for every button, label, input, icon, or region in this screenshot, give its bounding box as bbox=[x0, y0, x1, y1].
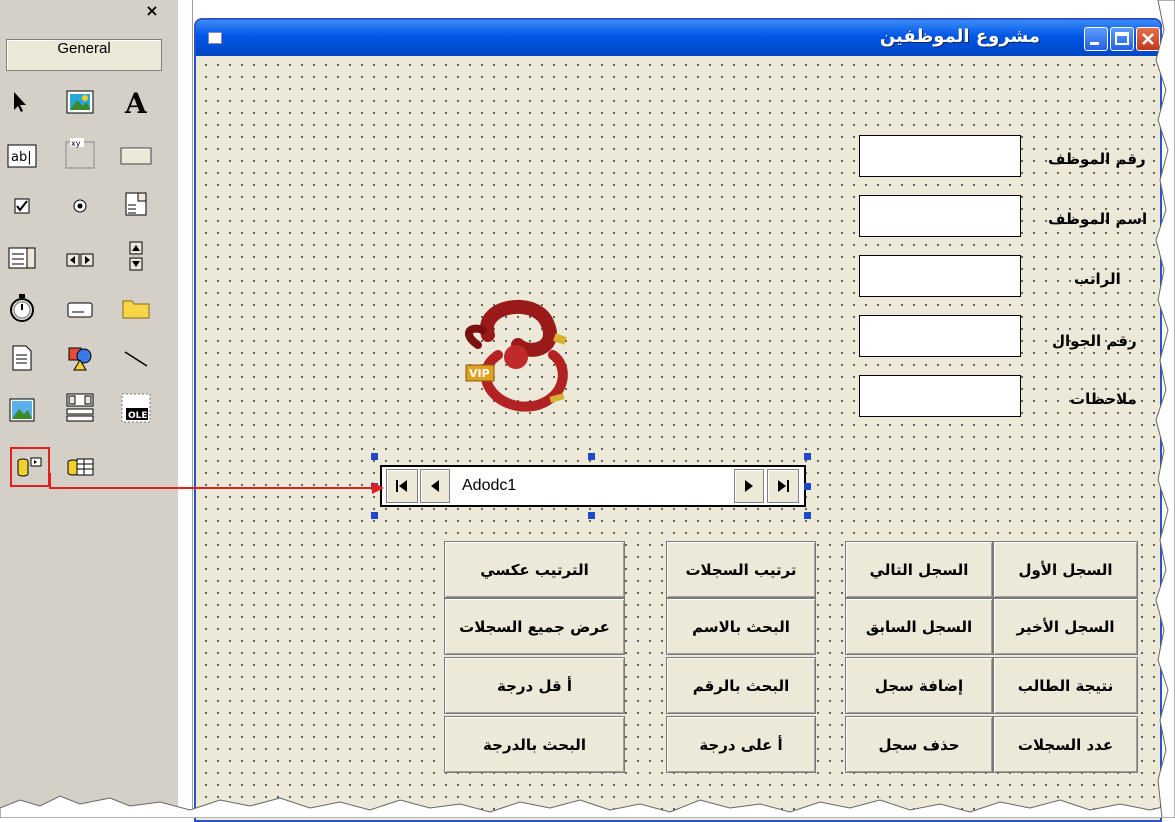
show-all-records-button[interactable]: عرض جميع السجلات bbox=[444, 598, 625, 655]
selection-handle[interactable] bbox=[804, 483, 811, 490]
sort-records-button[interactable]: ترتيب السجلات bbox=[666, 541, 816, 598]
delete-record-button[interactable]: حذف سجل bbox=[845, 716, 993, 773]
minimize-button[interactable] bbox=[1084, 27, 1108, 51]
textbox-glyph: ab| bbox=[11, 150, 32, 165]
move-first-button[interactable] bbox=[386, 469, 418, 503]
employee-name-field[interactable] bbox=[859, 195, 1021, 237]
image-icon[interactable] bbox=[4, 392, 40, 428]
ado-data-control[interactable]: Adodc1 bbox=[380, 465, 806, 507]
records-count-button[interactable]: عدد السجلات bbox=[993, 716, 1138, 773]
selection-handle[interactable] bbox=[804, 453, 811, 460]
toolbox-panel: × General A ab| xy OLE bbox=[0, 0, 167, 818]
first-record-button[interactable]: السجل الأول bbox=[993, 541, 1138, 598]
shape-icon[interactable] bbox=[62, 340, 98, 376]
notes-field[interactable] bbox=[859, 375, 1021, 417]
previous-record-button[interactable]: السجل السابق bbox=[845, 598, 993, 655]
line-icon[interactable] bbox=[118, 340, 154, 376]
selection-handle[interactable] bbox=[804, 512, 811, 519]
label-employee-name: اسم الموظف bbox=[1048, 210, 1148, 228]
last-record-button[interactable]: السجل الأخير bbox=[993, 598, 1138, 655]
frame-icon[interactable]: xy bbox=[62, 136, 98, 172]
torn-edge-decoration bbox=[0, 795, 1175, 818]
selection-handle[interactable] bbox=[371, 512, 378, 519]
selection-handle[interactable] bbox=[588, 453, 595, 460]
torn-edge-decoration-right bbox=[1155, 0, 1175, 818]
search-by-name-button[interactable]: البحث بالاسم bbox=[666, 598, 816, 655]
combobox-icon[interactable] bbox=[118, 186, 154, 222]
data-icon[interactable] bbox=[62, 390, 98, 426]
selection-handle[interactable] bbox=[588, 512, 595, 519]
title-bar[interactable]: مشروع الموظفين bbox=[196, 20, 1160, 56]
adodc-icon[interactable] bbox=[12, 449, 48, 485]
optionbutton-icon[interactable] bbox=[62, 188, 98, 224]
maximize-button[interactable] bbox=[1110, 27, 1134, 51]
label-salary: الراتب bbox=[1074, 270, 1121, 288]
toolbox-tab-general[interactable]: General bbox=[6, 39, 162, 71]
move-last-button[interactable] bbox=[767, 469, 799, 503]
ole-glyph: OLE bbox=[128, 411, 148, 421]
label-notes: ملاحظات bbox=[1070, 390, 1137, 408]
mobile-field[interactable] bbox=[859, 315, 1021, 357]
reverse-sort-button[interactable]: الترتيب عكسي bbox=[444, 541, 625, 598]
picturebox-icon[interactable] bbox=[62, 84, 98, 120]
pointer-icon[interactable] bbox=[2, 84, 38, 120]
ole-icon[interactable]: OLE bbox=[118, 390, 154, 426]
svg-text:A: A bbox=[124, 87, 148, 117]
move-previous-button[interactable] bbox=[420, 469, 450, 503]
search-by-grade-button[interactable]: البحث بالدرجة bbox=[444, 716, 625, 773]
close-icon[interactable]: × bbox=[142, 2, 162, 20]
selection-handle[interactable] bbox=[371, 483, 378, 490]
vip-badge-text: VIP bbox=[469, 367, 490, 380]
checkbox-icon[interactable] bbox=[4, 188, 40, 224]
lowest-grade-button[interactable]: أ قل درجة bbox=[444, 657, 625, 714]
ide-divider bbox=[178, 0, 193, 818]
next-record-button[interactable]: السجل التالي bbox=[845, 541, 993, 598]
datagrid-icon[interactable] bbox=[62, 449, 98, 485]
label-mobile: رقم الجوال bbox=[1052, 332, 1137, 350]
student-result-button[interactable]: نتيجة الطالب bbox=[993, 657, 1138, 714]
textbox-icon[interactable]: ab| bbox=[4, 138, 40, 174]
vip-logo-image: VIP bbox=[458, 295, 576, 423]
window-title: مشروع الموظفين bbox=[879, 26, 1040, 47]
salary-field[interactable] bbox=[859, 255, 1021, 297]
drivelistbox-icon[interactable] bbox=[62, 292, 98, 328]
commandbutton-icon[interactable] bbox=[118, 138, 154, 174]
ado-caption: Adodc1 bbox=[462, 477, 517, 494]
move-next-button[interactable] bbox=[734, 469, 764, 503]
frame-glyph: xy bbox=[71, 139, 81, 148]
selection-handle[interactable] bbox=[371, 453, 378, 460]
employee-number-field[interactable] bbox=[859, 135, 1021, 177]
label-icon[interactable]: A bbox=[118, 84, 154, 120]
highest-grade-button[interactable]: أ على درجة bbox=[666, 716, 816, 773]
form-icon bbox=[208, 32, 222, 44]
listbox-icon[interactable] bbox=[4, 240, 40, 276]
search-by-number-button[interactable]: البحث بالرقم bbox=[666, 657, 816, 714]
add-record-button[interactable]: إضافة سجل bbox=[845, 657, 993, 714]
filelistbox-icon[interactable] bbox=[4, 340, 40, 376]
hscrollbar-icon[interactable] bbox=[62, 242, 98, 278]
dirlistbox-icon[interactable] bbox=[118, 290, 154, 326]
vscrollbar-icon[interactable] bbox=[118, 238, 154, 274]
label-employee-number: رقم الموظف bbox=[1048, 150, 1146, 168]
timer-icon[interactable] bbox=[4, 290, 40, 326]
